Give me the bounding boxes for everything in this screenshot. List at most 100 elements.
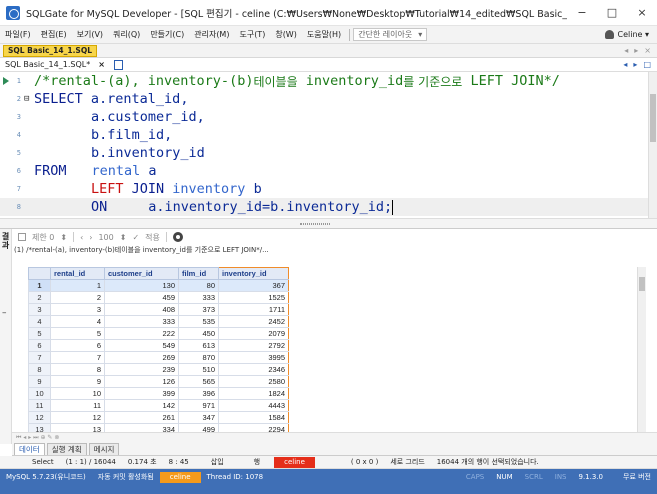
tab-left-icon[interactable]: ◂ [624, 46, 628, 55]
editor-tab-close-icon[interactable]: × [98, 60, 105, 69]
menu-create[interactable]: 만들기(C) [145, 29, 189, 40]
prev-tab-icon[interactable]: ◂ [623, 60, 627, 69]
minimize-button[interactable]: − [567, 0, 597, 26]
row-number[interactable]: 8 [28, 363, 51, 376]
cell-inventory-id[interactable]: 2294 [218, 423, 289, 432]
grid-horizontal-scrollbar[interactable]: ⏮ ◂ ▸ ⏭ ⊕ ✎ ⊗ [12, 432, 657, 443]
cell-customer-id[interactable]: 408 [104, 303, 179, 316]
menu-tools[interactable]: 도구(T) [234, 29, 270, 40]
cell-film-id[interactable]: 450 [178, 327, 219, 340]
cell-inventory-id[interactable]: 2792 [218, 339, 289, 352]
cell-inventory-id[interactable]: 1824 [218, 387, 289, 400]
cell-customer-id[interactable]: 142 [104, 399, 179, 412]
cell-film-id[interactable]: 565 [178, 375, 219, 388]
close-button[interactable]: × [627, 0, 657, 26]
new-tab-icon[interactable] [113, 59, 123, 70]
menu-edit[interactable]: 편집(E) [36, 29, 72, 40]
cell-film-id[interactable]: 333 [178, 291, 219, 304]
cell-film-id[interactable]: 499 [178, 423, 219, 432]
cell-inventory-id[interactable]: 2079 [218, 327, 289, 340]
check-icon[interactable]: ✓ [132, 233, 139, 242]
tab-close-icon[interactable]: × [644, 46, 651, 55]
menu-admin[interactable]: 관리자(M) [189, 29, 234, 40]
row-header-corner[interactable] [28, 267, 51, 280]
row-number[interactable]: 3 [28, 303, 51, 316]
limit-spinner-icon[interactable]: ⬍ [60, 233, 67, 242]
table-row[interactable]: 9 9 126 565 2580 [28, 375, 289, 388]
table-row[interactable]: 3 3 408 373 1711 [28, 303, 289, 316]
next-page-icon[interactable]: › [89, 233, 92, 242]
row-number[interactable]: 7 [28, 351, 51, 364]
limit-checkbox[interactable] [18, 233, 26, 241]
table-row[interactable]: 1 1 130 80 367 [28, 279, 289, 292]
row-number[interactable]: 9 [28, 375, 51, 388]
maximize-button[interactable]: □ [597, 0, 627, 26]
row-number[interactable]: 12 [28, 411, 51, 424]
row-number[interactable]: 4 [28, 315, 51, 328]
gear-icon[interactable] [172, 232, 183, 242]
restore-pane-icon[interactable]: □ [643, 60, 651, 69]
cell-inventory-id[interactable]: 1711 [218, 303, 289, 316]
cell-rental-id[interactable]: 8 [50, 363, 105, 376]
table-row[interactable]: 4 4 333 535 2452 [28, 315, 289, 328]
menu-help[interactable]: 도움말(H) [302, 29, 346, 40]
table-row[interactable]: 7 7 269 870 3995 [28, 351, 289, 364]
next-tab-icon[interactable]: ▸ [633, 60, 637, 69]
document-tab[interactable]: SQL Basic_14_1.SQL [3, 44, 97, 57]
cell-customer-id[interactable]: 261 [104, 411, 179, 424]
layout-select[interactable]: 간단한 레이아웃 ▾ [353, 28, 428, 41]
tab-messages[interactable]: 메시지 [88, 443, 120, 455]
cell-inventory-id[interactable]: 1525 [218, 291, 289, 304]
table-row[interactable]: 12 12 261 347 1584 [28, 411, 289, 424]
cell-inventory-id[interactable]: 2580 [218, 375, 289, 388]
grid-vertical-scrollbar[interactable] [637, 267, 646, 432]
cell-rental-id[interactable]: 13 [50, 423, 105, 432]
menu-view[interactable]: 보기(V) [72, 29, 108, 40]
cell-rental-id[interactable]: 5 [50, 327, 105, 340]
cell-film-id[interactable]: 373 [178, 303, 219, 316]
row-number[interactable]: 11 [28, 399, 51, 412]
table-row[interactable]: 5 5 222 450 2079 [28, 327, 289, 340]
cell-customer-id[interactable]: 333 [104, 315, 179, 328]
column-header-inventory-id[interactable]: inventory_id [218, 267, 289, 280]
cell-customer-id[interactable]: 549 [104, 339, 179, 352]
row-number[interactable]: 5 [28, 327, 51, 340]
fold-toggle-icon[interactable]: ⊟ [24, 94, 34, 104]
editor-scroll-thumb[interactable] [650, 94, 656, 142]
cell-film-id[interactable]: 510 [178, 363, 219, 376]
menu-window[interactable]: 창(W) [270, 29, 302, 40]
cell-rental-id[interactable]: 2 [50, 291, 105, 304]
row-number[interactable]: 1 [28, 279, 51, 292]
table-row[interactable]: 6 6 549 613 2792 [28, 339, 289, 352]
cell-inventory-id[interactable]: 3995 [218, 351, 289, 364]
table-row[interactable]: 8 8 239 510 2346 [28, 363, 289, 376]
table-row[interactable]: 10 10 399 396 1824 [28, 387, 289, 400]
cell-customer-id[interactable]: 222 [104, 327, 179, 340]
table-row[interactable]: 2 2 459 333 1525 [28, 291, 289, 304]
cell-rental-id[interactable]: 9 [50, 375, 105, 388]
cell-film-id[interactable]: 613 [178, 339, 219, 352]
cell-rental-id[interactable]: 7 [50, 351, 105, 364]
cell-customer-id[interactable]: 130 [104, 279, 179, 292]
cell-rental-id[interactable]: 4 [50, 315, 105, 328]
column-header-rental-id[interactable]: rental_id [50, 267, 105, 280]
result-grid[interactable]: rental_id customer_id film_id inventory_… [28, 267, 637, 432]
apply-button[interactable]: 적용 [145, 232, 160, 243]
cell-rental-id[interactable]: 12 [50, 411, 105, 424]
column-header-film-id[interactable]: film_id [178, 267, 219, 280]
table-row[interactable]: 11 11 142 971 4443 [28, 399, 289, 412]
cell-customer-id[interactable]: 334 [104, 423, 179, 432]
editor-tab[interactable]: SQL Basic_14_1.SQL* × [0, 60, 110, 69]
cell-film-id[interactable]: 80 [178, 279, 219, 292]
tab-data[interactable]: 데이터 [14, 443, 45, 455]
cell-inventory-id[interactable]: 2452 [218, 315, 289, 328]
cell-inventory-id[interactable]: 1584 [218, 411, 289, 424]
cell-inventory-id[interactable]: 2346 [218, 363, 289, 376]
editor-splitter[interactable] [0, 218, 657, 229]
cell-rental-id[interactable]: 3 [50, 303, 105, 316]
menu-query[interactable]: 쿼리(Q) [108, 29, 145, 40]
cell-customer-id[interactable]: 126 [104, 375, 179, 388]
cell-film-id[interactable]: 396 [178, 387, 219, 400]
grid-navigation-icons[interactable]: ⏮ ◂ ▸ ⏭ ⊕ ✎ ⊗ [16, 434, 59, 442]
cell-film-id[interactable]: 535 [178, 315, 219, 328]
